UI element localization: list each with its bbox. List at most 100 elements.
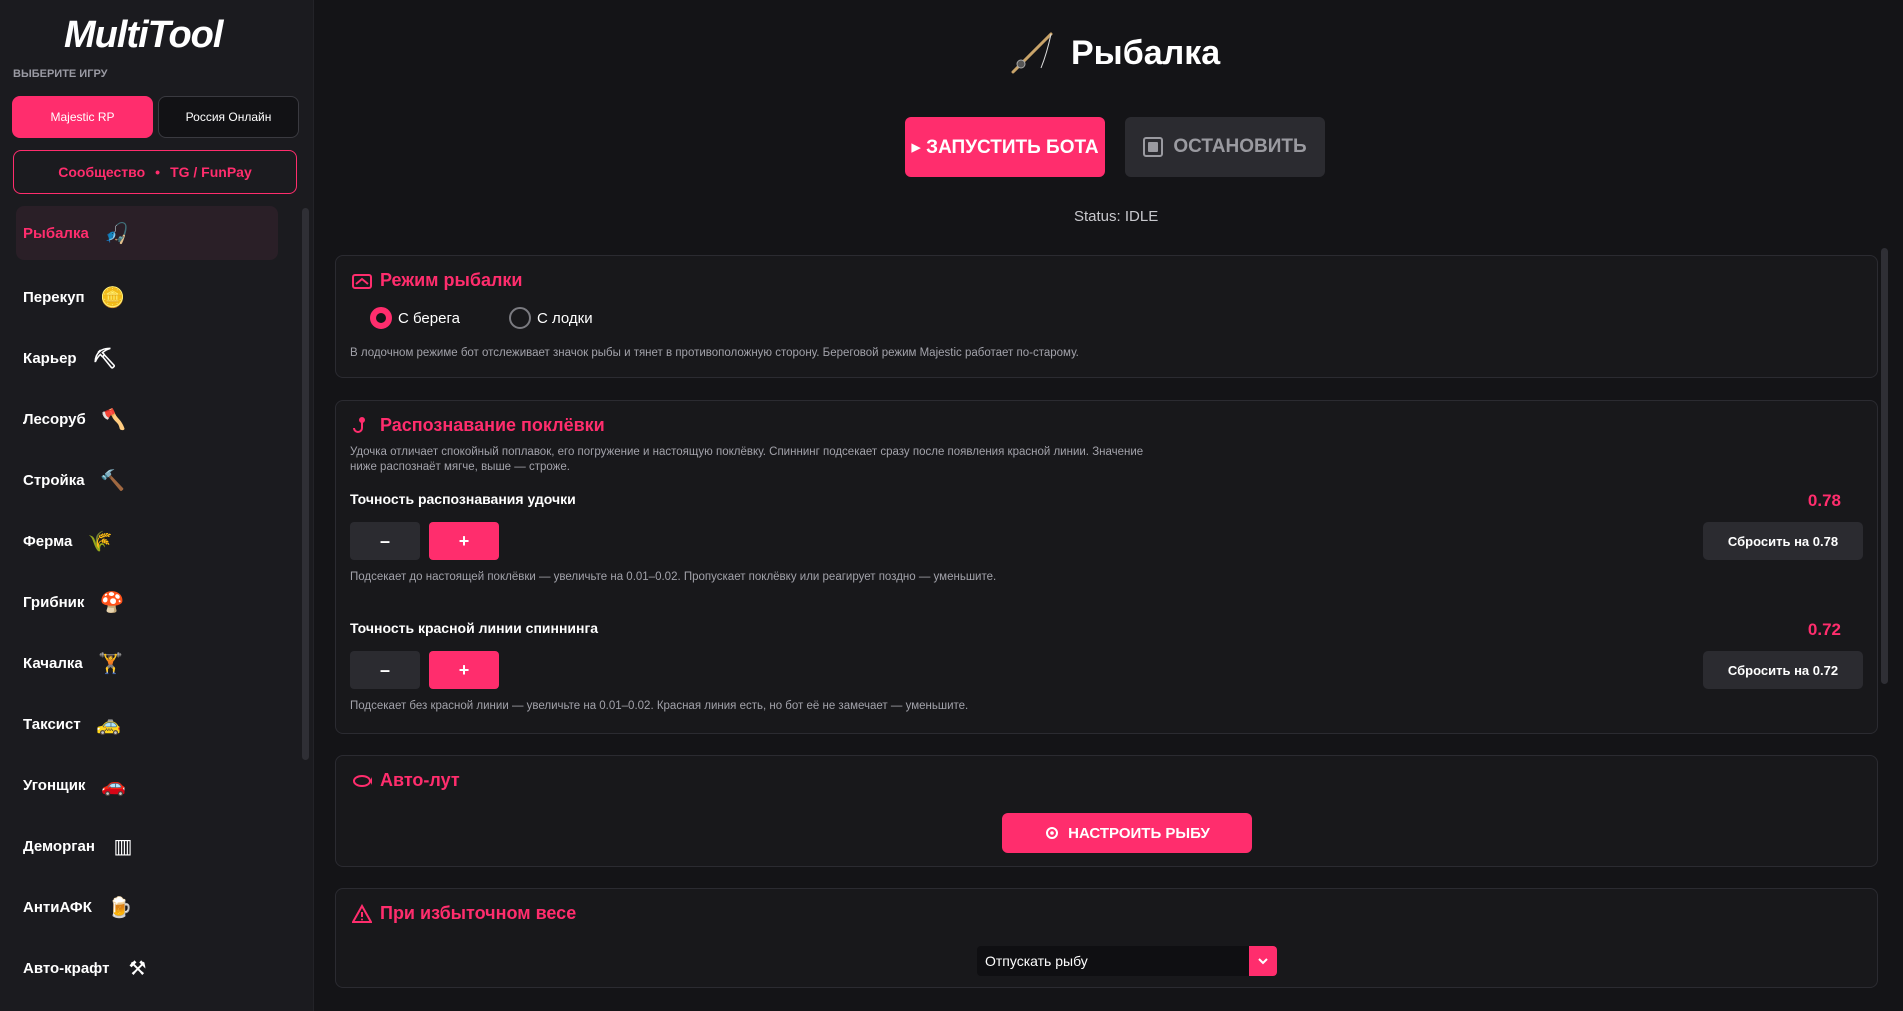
overweight-title: При избыточном весе: [380, 903, 577, 923]
taxi-icon: 🚕: [96, 714, 122, 736]
coin-icon: 🪙: [100, 287, 125, 309]
mode-boat-label: С лодки: [537, 309, 593, 327]
stop-bot-label: ОСТАНОВИТЬ: [1173, 136, 1307, 157]
rod-accuracy-value: 0.78: [1807, 491, 1841, 510]
main-panel: Рыбалка ▸ ЗАПУСТИТЬ БОТА ОСТАНОВИТЬ Stat…: [315, 0, 1903, 1011]
mode-boat-radio[interactable]: С лодки: [509, 307, 593, 329]
mushroom-icon: 🍄: [99, 592, 125, 614]
start-bot-button[interactable]: ▸ ЗАПУСТИТЬ БОТА: [905, 117, 1105, 177]
sidebar-item-car-theft[interactable]: Угонщик 🚗: [16, 755, 278, 816]
rod-accuracy-hint: Подсекает до настоящей поклёвки — увелич…: [350, 571, 997, 583]
sidebar-item-label: Карьер: [23, 350, 77, 367]
sidebar-item-label: Рыбалка: [23, 224, 89, 242]
overweight-select-value: Отпускать рыбу: [985, 953, 1088, 969]
sidebar-item-label: Таксист: [23, 716, 81, 733]
bite-detection-header: Распознавание поклёвки: [352, 415, 605, 436]
sidebar-item-mushroom[interactable]: Грибник 🍄: [16, 572, 278, 633]
app-window: MultiTool ВЫБЕРИТЕ ИГРУ Majestic RP Росс…: [0, 0, 1903, 1011]
spin-accuracy-value: 0.72: [1807, 620, 1841, 639]
stop-bot-button[interactable]: ОСТАНОВИТЬ: [1125, 117, 1325, 177]
spin-accuracy-increase-button[interactable]: +: [429, 651, 499, 689]
pickaxe-icon: ⛏: [91, 348, 118, 370]
bite-detection-hint-line-2: ниже распознаёт мягче, выше — строже.: [350, 461, 570, 473]
configure-fish-button[interactable]: НАСТРОИТЬ РЫБУ: [1002, 813, 1252, 853]
overweight-header: При избыточном весе: [352, 903, 576, 924]
community-button[interactable]: Сообщество • TG / FunPay: [13, 150, 297, 194]
rod-accuracy-reset-button[interactable]: Сбросить на 0.78: [1703, 522, 1863, 560]
car-icon: 🚗: [100, 775, 126, 797]
community-label: Сообщество: [58, 164, 146, 180]
fish-bag-icon: [353, 774, 372, 787]
main-scrollbar[interactable]: [1881, 248, 1888, 684]
sidebar-item-autocraft[interactable]: Авто-крафт ⚒: [16, 938, 278, 999]
radio-unchecked-icon: [509, 307, 531, 329]
sidebar-item-label: Угонщик: [23, 777, 86, 794]
rod-accuracy-label: Точность распознавания удочки: [350, 491, 576, 507]
warning-icon: [352, 903, 372, 923]
sidebar-item-farm[interactable]: Ферма 🌾: [16, 511, 278, 572]
gear-icon: [1046, 827, 1059, 839]
page-title-text: Рыбалка: [1071, 33, 1221, 72]
bite-detection-hint-line-1: Удочка отличает спокойный поплавок, его …: [350, 446, 1144, 458]
community-links: TG / FunPay: [170, 164, 252, 180]
sidebar-item-label: Авто-крафт: [23, 960, 110, 977]
sidebar-item-perekup[interactable]: Перекуп 🪙: [16, 267, 278, 328]
fishing-mode-card: Режим рыбалки С берега С лодки В лодочно…: [335, 255, 1878, 378]
configure-fish-label: НАСТРОИТЬ РЫБУ: [1068, 824, 1210, 842]
hammer-icon: 🔨: [100, 470, 126, 492]
community-separator: •: [155, 164, 161, 180]
anvil-icon: ⚒: [128, 958, 147, 980]
game-mode-nav: Рыбалка 🎣 Перекуп 🪙 Карьер ⛏ Лесоруб 🪓 С…: [16, 206, 278, 999]
rod-accuracy-increase-button[interactable]: +: [429, 522, 499, 560]
fishing-mode-hint: В лодочном режиме бот отслеживает значок…: [350, 347, 1079, 359]
sidebar-item-quarry[interactable]: Карьер ⛏: [16, 328, 278, 389]
sidebar-item-label: Лесоруб: [23, 411, 86, 428]
spin-accuracy-hint: Подсекает без красной линии — увеличьте …: [350, 700, 969, 712]
beer-icon: 🍺: [107, 897, 133, 919]
mode-shore-radio[interactable]: С берега: [370, 307, 460, 329]
rod-accuracy-decrease-button[interactable]: –: [350, 522, 420, 560]
sidebar-item-label: Качалка: [23, 655, 83, 672]
bite-detection-title: Распознавание поклёвки: [380, 415, 605, 435]
sidebar-item-label: Перекуп: [23, 289, 85, 306]
choose-game-label: ВЫБЕРИТЕ ИГРУ: [13, 68, 108, 80]
bite-detection-card: Распознавание поклёвки Удочка отличает с…: [335, 400, 1878, 734]
chevron-down-icon[interactable]: [1249, 946, 1277, 976]
dumbbell-icon: 🏋: [98, 653, 124, 675]
sidebar-item-label: Деморган: [23, 838, 95, 855]
jail-icon: ▥: [113, 836, 133, 858]
fishing-rod-icon: [1011, 32, 1053, 74]
overweight-card: При избыточном весе Отпускать рыбу: [335, 888, 1878, 988]
sidebar-item-lumberjack[interactable]: Лесоруб 🪓: [16, 389, 278, 450]
sidebar-item-demorgan[interactable]: Деморган ▥: [16, 816, 278, 877]
fishing-mode-title: Режим рыбалки: [380, 270, 523, 290]
sidebar: MultiTool ВЫБЕРИТЕ ИГРУ Majestic RP Росс…: [0, 0, 314, 1011]
sidebar-item-taxi[interactable]: Таксист 🚕: [16, 694, 278, 755]
mode-shore-label: С берега: [398, 309, 460, 327]
fishing-mode-header: Режим рыбалки: [352, 270, 522, 291]
app-logo: MultiTool: [64, 14, 223, 56]
autoloot-card: Авто-лут НАСТРОИТЬ РЫБУ: [335, 755, 1878, 867]
farm-icon: 🌾: [87, 531, 113, 553]
game-russia-online-button[interactable]: Россия Онлайн: [158, 96, 299, 138]
spin-accuracy-decrease-button[interactable]: –: [350, 651, 420, 689]
sidebar-scrollbar[interactable]: [302, 208, 309, 760]
sidebar-item-fishing[interactable]: Рыбалка 🎣: [16, 206, 278, 260]
sidebar-item-label: Стройка: [23, 472, 85, 489]
sidebar-item-label: Грибник: [23, 594, 85, 611]
sidebar-item-label: Ферма: [23, 533, 73, 550]
sidebar-item-gym[interactable]: Качалка 🏋: [16, 633, 278, 694]
overweight-action-select[interactable]: Отпускать рыбу: [977, 946, 1277, 976]
sidebar-item-construction[interactable]: Стройка 🔨: [16, 450, 278, 511]
radio-checked-icon: [370, 307, 392, 329]
sidebar-item-label: АнтиАФК: [23, 899, 92, 916]
spin-accuracy-reset-button[interactable]: Сбросить на 0.72: [1703, 651, 1863, 689]
sidebar-item-antiafk[interactable]: АнтиАФК 🍺: [16, 877, 278, 938]
game-majestic-button[interactable]: Majestic RP: [12, 96, 153, 138]
autoloot-title: Авто-лут: [380, 770, 460, 790]
hook-icon: [353, 416, 365, 433]
page-title: Рыбалка: [1007, 28, 1220, 78]
axe-icon: 🪓: [101, 409, 127, 431]
spin-accuracy-label: Точность красной линии спиннинга: [350, 620, 599, 636]
boat-icon: [352, 273, 372, 289]
